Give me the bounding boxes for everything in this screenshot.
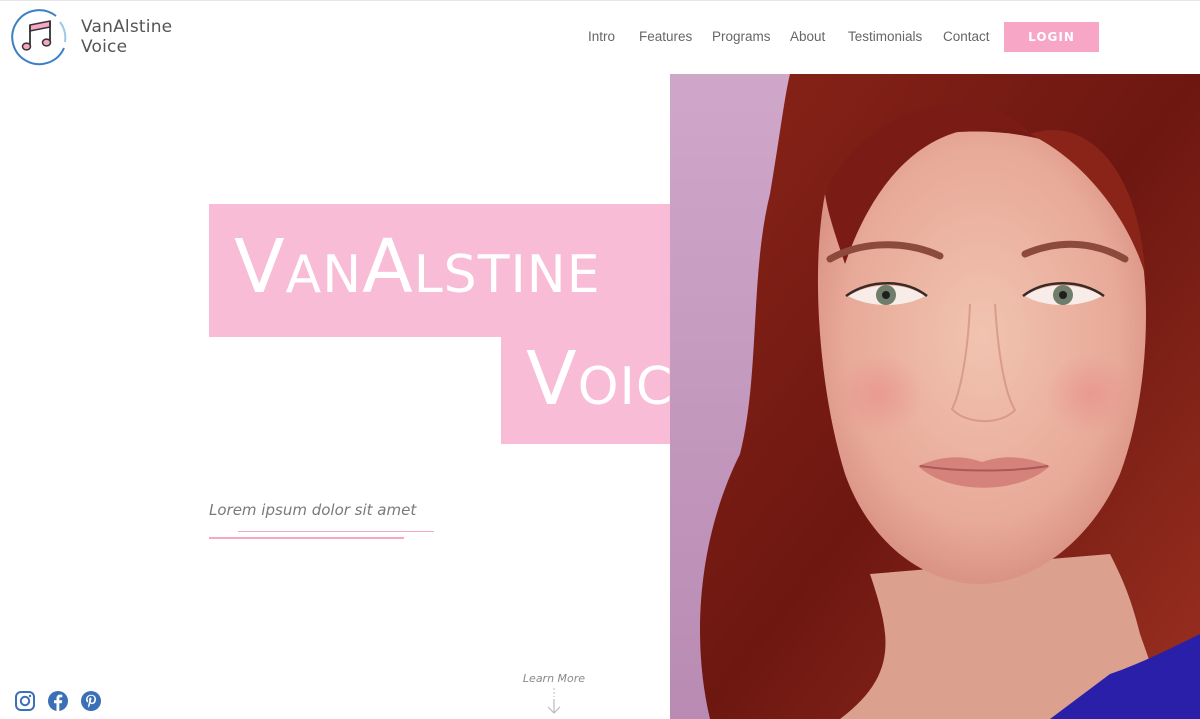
pinterest-icon[interactable] <box>80 690 102 712</box>
nav-item-programs[interactable]: Programs <box>712 29 771 44</box>
nav-item-intro[interactable]: Intro <box>588 29 615 44</box>
nav-item-features[interactable]: Features <box>639 29 692 44</box>
facebook-icon[interactable] <box>47 690 69 712</box>
nav-item-contact[interactable]: Contact <box>943 29 990 44</box>
login-button[interactable]: LOGIN <box>1004 22 1099 52</box>
hero-title-line-1: VanAlstine <box>234 224 601 310</box>
music-note-logo-icon[interactable] <box>8 6 70 68</box>
brand-line-2: Voice <box>81 37 128 57</box>
header-top-border <box>0 0 1200 1</box>
portrait-photo <box>670 74 1200 719</box>
subtitle-underline-bottom <box>209 537 404 539</box>
nav-item-about[interactable]: About <box>790 29 825 44</box>
learn-more-link[interactable]: Learn More <box>514 672 594 685</box>
brand-line-1: VanAlstine <box>81 17 173 37</box>
hero-subtitle: Lorem ipsum dolor sit amet <box>209 501 417 519</box>
arrow-down-icon[interactable] <box>545 688 563 716</box>
nav-item-testimonials[interactable]: Testimonials <box>848 29 922 44</box>
instagram-icon[interactable] <box>14 690 36 712</box>
brand-name[interactable]: VanAlstine Voice <box>81 17 172 57</box>
subtitle-underline-top <box>238 531 434 532</box>
